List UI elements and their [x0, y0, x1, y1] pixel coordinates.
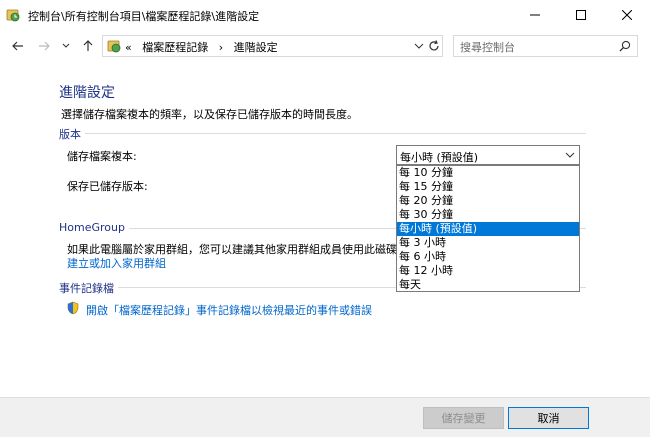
- breadcrumb-file-history[interactable]: 檔案歷程記錄: [142, 41, 208, 54]
- chevron-down-icon: [62, 43, 70, 48]
- title-bar: 控制台\所有控制台項目\檔案歷程記錄\進階設定: [0, 0, 650, 30]
- save-frequency-dropdown: 每 10 分鐘 每 15 分鐘 每 20 分鐘 每 30 分鐘 每小時 (預設值…: [396, 165, 580, 292]
- dropdown-option[interactable]: 每 15 分鐘: [397, 180, 579, 194]
- window-title: 控制台\所有控制台項目\檔案歷程記錄\進階設定: [28, 10, 260, 23]
- cancel-button[interactable]: 取消: [508, 407, 589, 429]
- chevron-down-icon: [565, 152, 575, 158]
- address-path: « 檔案歷程記錄 › 進階設定: [125, 39, 278, 55]
- up-button[interactable]: [80, 38, 96, 54]
- address-overflow[interactable]: «: [125, 41, 132, 54]
- create-join-homegroup-link[interactable]: 建立或加入家用群組: [67, 255, 166, 271]
- homegroup-section-label: HomeGroup: [59, 221, 129, 234]
- shield-icon: [67, 301, 79, 315]
- back-button[interactable]: [10, 38, 26, 54]
- up-arrow-icon: [83, 40, 93, 51]
- forward-arrow-icon: [39, 41, 50, 51]
- search-icon: [619, 40, 631, 52]
- open-event-log-link[interactable]: 開啟「檔案歷程記錄」事件記錄檔以檢視最近的事件或錯誤: [86, 302, 372, 318]
- dropdown-option-selected[interactable]: 每小時 (預設值): [397, 222, 579, 236]
- maximize-button[interactable]: [558, 0, 604, 30]
- dropdown-option[interactable]: 每 20 分鐘: [397, 194, 579, 208]
- section-divider: [59, 133, 586, 134]
- minimize-button[interactable]: [512, 0, 558, 30]
- save-frequency-value: 每小時 (預設值): [400, 151, 479, 164]
- breadcrumb-advanced-settings[interactable]: 進階設定: [234, 41, 278, 54]
- versions-section-label: 版本: [59, 126, 85, 142]
- forward-button[interactable]: [36, 38, 52, 54]
- search-box[interactable]: 搜尋控制台: [453, 35, 638, 57]
- maximize-icon: [576, 10, 586, 20]
- keep-versions-label: 保存已儲存版本:: [67, 180, 148, 193]
- dropdown-option[interactable]: 每天: [397, 278, 579, 292]
- search-placeholder: 搜尋控制台: [460, 41, 515, 54]
- eventlog-section-label: 事件記錄檔: [59, 280, 118, 296]
- close-button[interactable]: [604, 0, 650, 30]
- dropdown-option[interactable]: 每 3 小時: [397, 236, 579, 250]
- close-icon: [622, 10, 632, 20]
- file-history-icon: [6, 9, 20, 22]
- back-arrow-icon: [12, 41, 23, 51]
- dropdown-option[interactable]: 每 12 小時: [397, 264, 579, 278]
- breadcrumb-separator: ›: [218, 41, 224, 54]
- save-changes-button[interactable]: 儲存變更: [423, 407, 504, 429]
- page-title: 進階設定: [59, 85, 115, 101]
- refresh-icon[interactable]: [427, 39, 441, 53]
- minimize-icon: [530, 14, 540, 16]
- page-description: 選擇儲存檔案複本的頻率，以及保存已儲存版本的時間長度。: [61, 108, 358, 121]
- recent-locations-button[interactable]: [60, 38, 72, 54]
- save-frequency-select[interactable]: 每小時 (預設值): [396, 145, 580, 165]
- dropdown-option[interactable]: 每 6 小時: [397, 250, 579, 264]
- chevron-down-icon[interactable]: [413, 40, 425, 52]
- save-copies-label: 儲存檔案複本:: [67, 150, 137, 163]
- dropdown-option[interactable]: 每 30 分鐘: [397, 208, 579, 222]
- dropdown-option[interactable]: 每 10 分鐘: [397, 166, 579, 180]
- control-panel-icon: [107, 40, 121, 53]
- address-bar[interactable]: « 檔案歷程記錄 › 進階設定: [102, 35, 443, 57]
